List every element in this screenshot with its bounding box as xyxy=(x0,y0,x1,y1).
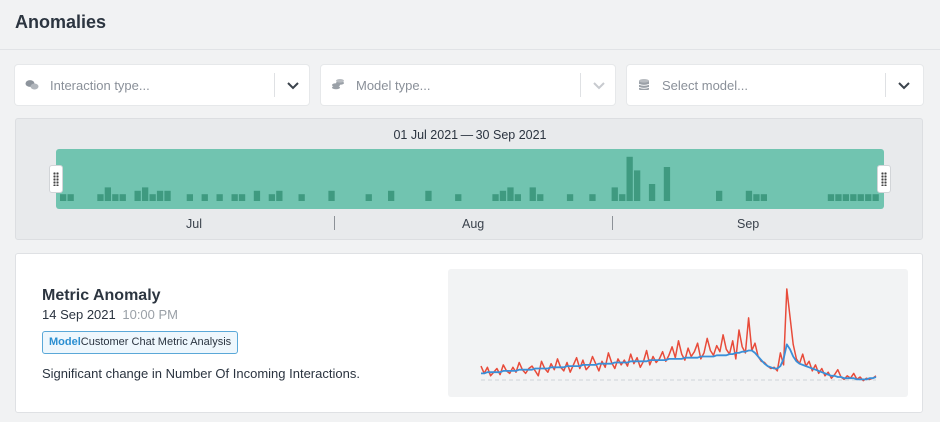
anomaly-sparkline xyxy=(480,288,877,382)
model-badge[interactable]: ModelCustomer Chat Metric Analysis xyxy=(42,331,239,354)
brush-right-handle[interactable] xyxy=(878,166,890,192)
histogram-bar xyxy=(857,194,864,201)
histogram-bar xyxy=(716,190,723,201)
date-range-label: 01 Jul 2021 — 30 Sep 2021 xyxy=(393,128,547,142)
histogram-bar xyxy=(67,194,74,201)
histogram-bar xyxy=(529,187,536,201)
axis-month-divider xyxy=(612,216,613,230)
histogram-bar xyxy=(842,194,849,201)
chevron-down-icon[interactable] xyxy=(285,77,301,93)
histogram-bar xyxy=(566,194,574,201)
histogram-bar xyxy=(238,194,246,201)
histogram-bar xyxy=(850,194,857,201)
histogram-bar xyxy=(745,190,753,201)
month-label-jul: Jul xyxy=(186,217,202,231)
histogram-bar xyxy=(492,194,499,201)
timeline-panel: 01 Jul 2021 — 30 Sep 2021 Jul Aug Sep xyxy=(15,118,923,240)
anomaly-title: Metric Anomaly xyxy=(42,287,161,304)
histogram-bar xyxy=(104,187,111,201)
anomaly-time: 10:00 PM xyxy=(122,307,179,322)
histogram-bar xyxy=(112,194,119,201)
anomaly-sparkline-panel xyxy=(448,269,908,397)
histogram-bar xyxy=(634,170,641,201)
expected-series-line xyxy=(481,343,877,381)
histogram-bar xyxy=(268,194,275,201)
histogram-bar xyxy=(328,190,335,201)
histogram-bar xyxy=(455,194,462,201)
histogram-bar xyxy=(231,194,238,201)
coins-stack-icon xyxy=(332,79,344,90)
chat-bubbles-icon xyxy=(25,80,39,90)
histogram-bar xyxy=(872,194,879,201)
interaction-type-placeholder: Interaction type... xyxy=(50,78,150,93)
histogram-bar xyxy=(276,190,283,201)
histogram-bar xyxy=(149,194,156,201)
select-divider xyxy=(274,73,275,97)
select-divider xyxy=(885,73,886,97)
histogram-bar xyxy=(507,187,514,201)
histogram-bar xyxy=(827,194,835,201)
anomaly-card[interactable]: Metric Anomaly 14 Sep 2021 10:00 PM Mode… xyxy=(15,253,923,413)
histogram-bar xyxy=(537,194,544,201)
grip-dots-icon xyxy=(53,172,59,186)
histogram-bar xyxy=(142,187,149,201)
anomaly-description: Significant change in Number Of Incoming… xyxy=(42,366,360,381)
histogram-bar xyxy=(164,190,171,201)
histogram-bar xyxy=(835,194,842,201)
grip-dots-icon xyxy=(881,172,887,186)
histogram-bar xyxy=(156,190,164,201)
select-model-select[interactable]: Select model... xyxy=(627,65,923,105)
brush-left-handle[interactable] xyxy=(50,166,62,192)
select-divider xyxy=(580,73,581,97)
select-model-placeholder: Select model... xyxy=(662,78,748,93)
histogram-bar xyxy=(365,194,372,201)
database-icon xyxy=(638,79,650,90)
histogram-bar xyxy=(134,190,141,201)
histogram-bar xyxy=(186,194,193,201)
histogram-bar xyxy=(619,194,626,201)
histogram-bar xyxy=(425,190,432,201)
model-badge-value: Customer Chat Metric Analysis xyxy=(80,336,232,348)
anomaly-date-value: 14 Sep 2021 xyxy=(42,307,116,322)
model-type-select[interactable]: Model type... xyxy=(321,65,615,105)
histogram-bar xyxy=(119,194,126,201)
histogram-bar xyxy=(499,190,507,201)
page-header: Anomalies xyxy=(0,0,940,50)
histogram-bar xyxy=(298,194,305,201)
histogram-bar xyxy=(60,194,67,201)
histogram-bar xyxy=(97,194,104,201)
daily-volume-histogram xyxy=(60,156,879,201)
histogram-bar xyxy=(514,194,521,201)
page-title: Anomalies xyxy=(15,12,107,32)
histogram-bar xyxy=(611,187,618,201)
model-type-placeholder: Model type... xyxy=(356,78,431,93)
actual-series-line xyxy=(480,288,877,382)
histogram-bar xyxy=(760,194,767,201)
chevron-down-icon[interactable] xyxy=(896,77,912,93)
chevron-down-icon[interactable] xyxy=(591,77,607,93)
histogram-bar xyxy=(216,194,223,201)
histogram-bar xyxy=(648,184,656,201)
axis-month-divider xyxy=(334,216,335,230)
histogram-bar xyxy=(253,190,261,201)
interaction-type-select[interactable]: Interaction type... xyxy=(15,65,309,105)
histogram-bar xyxy=(201,194,208,201)
histogram-bar xyxy=(388,190,395,201)
anomaly-date: 14 Sep 2021 10:00 PM xyxy=(42,307,178,322)
histogram-bar xyxy=(753,194,760,201)
histogram-bar xyxy=(663,167,671,201)
histogram-bar xyxy=(626,156,633,201)
histogram-bar xyxy=(589,194,596,201)
model-badge-key: Model xyxy=(49,336,81,348)
histogram-bar xyxy=(865,194,872,201)
month-label-aug: Aug xyxy=(462,217,485,231)
month-label-sep: Sep xyxy=(737,217,760,231)
timeline-brush[interactable] xyxy=(56,149,884,209)
